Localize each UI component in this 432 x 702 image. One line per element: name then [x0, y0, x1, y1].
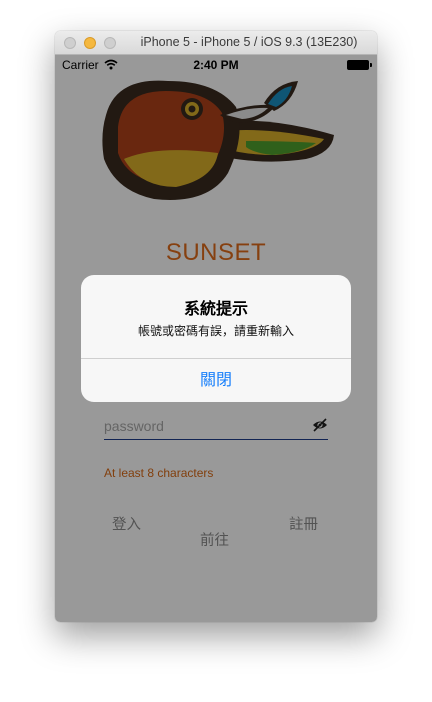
alert-close-button[interactable]: 關閉 [81, 359, 351, 402]
close-window-button[interactable] [64, 37, 76, 49]
window-title: iPhone 5 - iPhone 5 / iOS 9.3 (13E230) [140, 35, 358, 49]
simulator-window: iPhone 5 - iPhone 5 / iOS 9.3 (13E230) C… [55, 31, 377, 622]
alert-message: 帳號或密碼有誤，請重新輸入 [137, 324, 294, 338]
zoom-window-button[interactable] [104, 37, 116, 49]
alert-title: 系統提示 [183, 301, 248, 318]
phone-screen: Carrier 2:40 PM SUNSET At least 8 charac… [55, 55, 377, 622]
alert-dialog: 系統提示 帳號或密碼有誤，請重新輸入 關閉 [81, 275, 351, 402]
window-titlebar: iPhone 5 - iPhone 5 / iOS 9.3 (13E230) [55, 31, 377, 55]
minimize-window-button[interactable] [84, 37, 96, 49]
